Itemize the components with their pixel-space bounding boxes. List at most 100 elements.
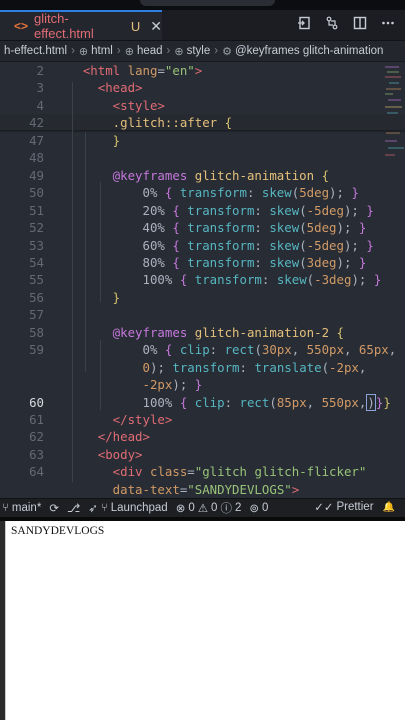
- code-token: ,: [343, 342, 359, 358]
- breadcrumb-item[interactable]: head: [137, 45, 163, 57]
- code-token: "glitch glitch-flicker": [194, 464, 367, 480]
- code-token: );: [172, 377, 195, 393]
- code-token: rect: [224, 342, 255, 358]
- code-token: (: [269, 394, 277, 410]
- code-line[interactable]: 64 <div class="glitch glitch-flicker": [0, 463, 405, 480]
- code-line[interactable]: -2px); }: [0, 376, 405, 393]
- code-line[interactable]: 51 20% { transform: skew(-5deg); }: [0, 202, 405, 219]
- code-line[interactable]: 3 <head>: [0, 79, 405, 96]
- breadcrumb-item[interactable]: style: [187, 45, 211, 57]
- code-line[interactable]: 47 }: [0, 132, 405, 149]
- code-token: transform: [194, 272, 262, 288]
- code-token: :: [209, 342, 225, 358]
- code-token: 0%: [53, 185, 165, 201]
- search-pill[interactable]: [140, 0, 275, 6]
- code-token: :: [246, 185, 262, 201]
- code-line[interactable]: 59 0% { clip: rect(30px, 550px, 65px,: [0, 341, 405, 358]
- code-token: {: [172, 254, 188, 270]
- code-token: -3deg: [314, 272, 352, 288]
- code-token: skew: [269, 202, 300, 218]
- tab-filename: glitch-effect.html: [34, 11, 94, 41]
- code-editor[interactable]: 2 <html lang="en"> 3 <head> 4 <style> 42 .g…: [0, 62, 405, 498]
- code-line[interactable]: 54 80% { transform: skew(3deg); }: [0, 254, 405, 271]
- code-line[interactable]: 60 100% { clip: rect(85px, 550px,)}}: [0, 393, 405, 411]
- bell-icon[interactable]: 🔔: [383, 502, 395, 513]
- indent-guide: [85, 132, 86, 372]
- code-line[interactable]: 56 }: [0, 289, 405, 306]
- code-token: transform: [187, 237, 255, 253]
- code-token: <html: [53, 63, 128, 78]
- code-token: skew: [276, 272, 307, 288]
- line-number: 63: [29, 446, 44, 462]
- code-token: ,: [291, 342, 307, 358]
- compare-icon[interactable]: [325, 16, 339, 33]
- code-token: skew: [269, 220, 300, 236]
- more-icon[interactable]: [381, 16, 395, 33]
- tab-glitch-effect[interactable]: <> glitch-effect.html U ✕: [0, 10, 162, 41]
- branch-indicator[interactable]: ⑂ main*: [2, 502, 41, 514]
- code-line[interactable]: 49 @keyframes glitch-animation {: [0, 167, 405, 184]
- source-control-icon[interactable]: ⎇: [67, 501, 80, 515]
- problems-indicator[interactable]: ⊗ 0 ⚠ 0 ⓘ 2: [176, 500, 242, 516]
- breadcrumb-item[interactable]: @keyframes glitch-animation: [235, 45, 383, 57]
- code-line[interactable]: 62 </head>: [0, 428, 405, 445]
- code-token: 0%: [53, 342, 165, 358]
- code-token: class: [149, 464, 188, 480]
- code-line[interactable]: data-text="SANDYDEVLOGS">: [0, 481, 405, 498]
- chevron-right-icon: ›: [71, 45, 75, 57]
- code-line[interactable]: 42 .glitch::after {: [0, 114, 405, 132]
- line-number: 47: [29, 132, 44, 148]
- split-icon[interactable]: [353, 16, 367, 33]
- tab-bar: <> glitch-effect.html U ✕: [0, 10, 405, 41]
- line-code: <style>: [53, 97, 165, 114]
- code-line[interactable]: 52 40% { transform: skew(5deg); }: [0, 219, 405, 236]
- code-line[interactable]: 50 0% { transform: skew(5deg); }: [0, 184, 405, 201]
- code-line[interactable]: 55 100% { transform: skew(-3deg); }: [0, 271, 405, 288]
- code-token: ,: [358, 359, 367, 375]
- ports-indicator[interactable]: ⊚ 0: [249, 501, 268, 515]
- sticky-scroll-shadow: [0, 130, 405, 133]
- code-token: transform: [179, 185, 247, 201]
- code-token: );: [343, 237, 367, 253]
- code-line[interactable]: 53 60% { transform: skew(-5deg); }: [0, 237, 405, 254]
- line-code: </head>: [53, 428, 150, 445]
- line-code: -2px); }: [53, 376, 203, 393]
- code-token: @keyframes: [53, 167, 195, 183]
- line-code: 100% { clip: rect(85px, 550px,)}}: [53, 393, 391, 411]
- sync-icon[interactable]: ⟳: [49, 501, 59, 515]
- code-token: clip: [194, 394, 225, 410]
- code-line[interactable]: 2 <html lang="en">: [0, 62, 405, 79]
- launchpad-button[interactable]: ➶ ⑂ Launchpad: [88, 501, 167, 515]
- code-token: glitch-animation-2: [194, 324, 337, 340]
- code-token: :: [261, 272, 277, 288]
- code-line[interactable]: 4 <style>: [0, 97, 405, 114]
- code-token: glitch-animation: [194, 167, 322, 183]
- line-code: @keyframes glitch-animation {: [53, 167, 329, 184]
- close-icon[interactable]: ✕: [150, 18, 162, 35]
- code-line[interactable]: 61 </style>: [0, 411, 405, 428]
- code-line[interactable]: 57: [0, 306, 405, 323]
- code-token: <body>: [53, 446, 143, 462]
- code-line[interactable]: 63 <body>: [0, 446, 405, 463]
- code-token: (: [321, 359, 330, 375]
- breadcrumb-item[interactable]: html: [91, 45, 113, 57]
- code-token: );: [336, 220, 359, 236]
- code-line[interactable]: 48: [0, 149, 405, 166]
- code-line[interactable]: 58 @keyframes glitch-animation-2 {: [0, 324, 405, 341]
- line-number: 2: [36, 63, 44, 78]
- code-token: 65px: [358, 342, 389, 358]
- line-code: <div class="glitch glitch-flicker": [53, 463, 367, 480]
- code-token: 5deg: [306, 220, 337, 236]
- code-token: {: [224, 115, 233, 131]
- prettier-indicator[interactable]: ✓✓ Prettier 🔔: [314, 500, 395, 514]
- indent-guide: [72, 82, 73, 482]
- code-token: (: [254, 342, 262, 358]
- code-token: }: [358, 254, 367, 270]
- split-editor-icon[interactable]: [297, 16, 311, 33]
- breadcrumb-file[interactable]: h-effect.html: [4, 45, 67, 57]
- line-number: 48: [29, 150, 44, 166]
- branch-name: main*: [11, 502, 42, 514]
- code-line[interactable]: 0); transform: translate(-2px,: [0, 359, 405, 376]
- code-token: :: [239, 359, 255, 375]
- code-token: -5deg: [306, 202, 344, 218]
